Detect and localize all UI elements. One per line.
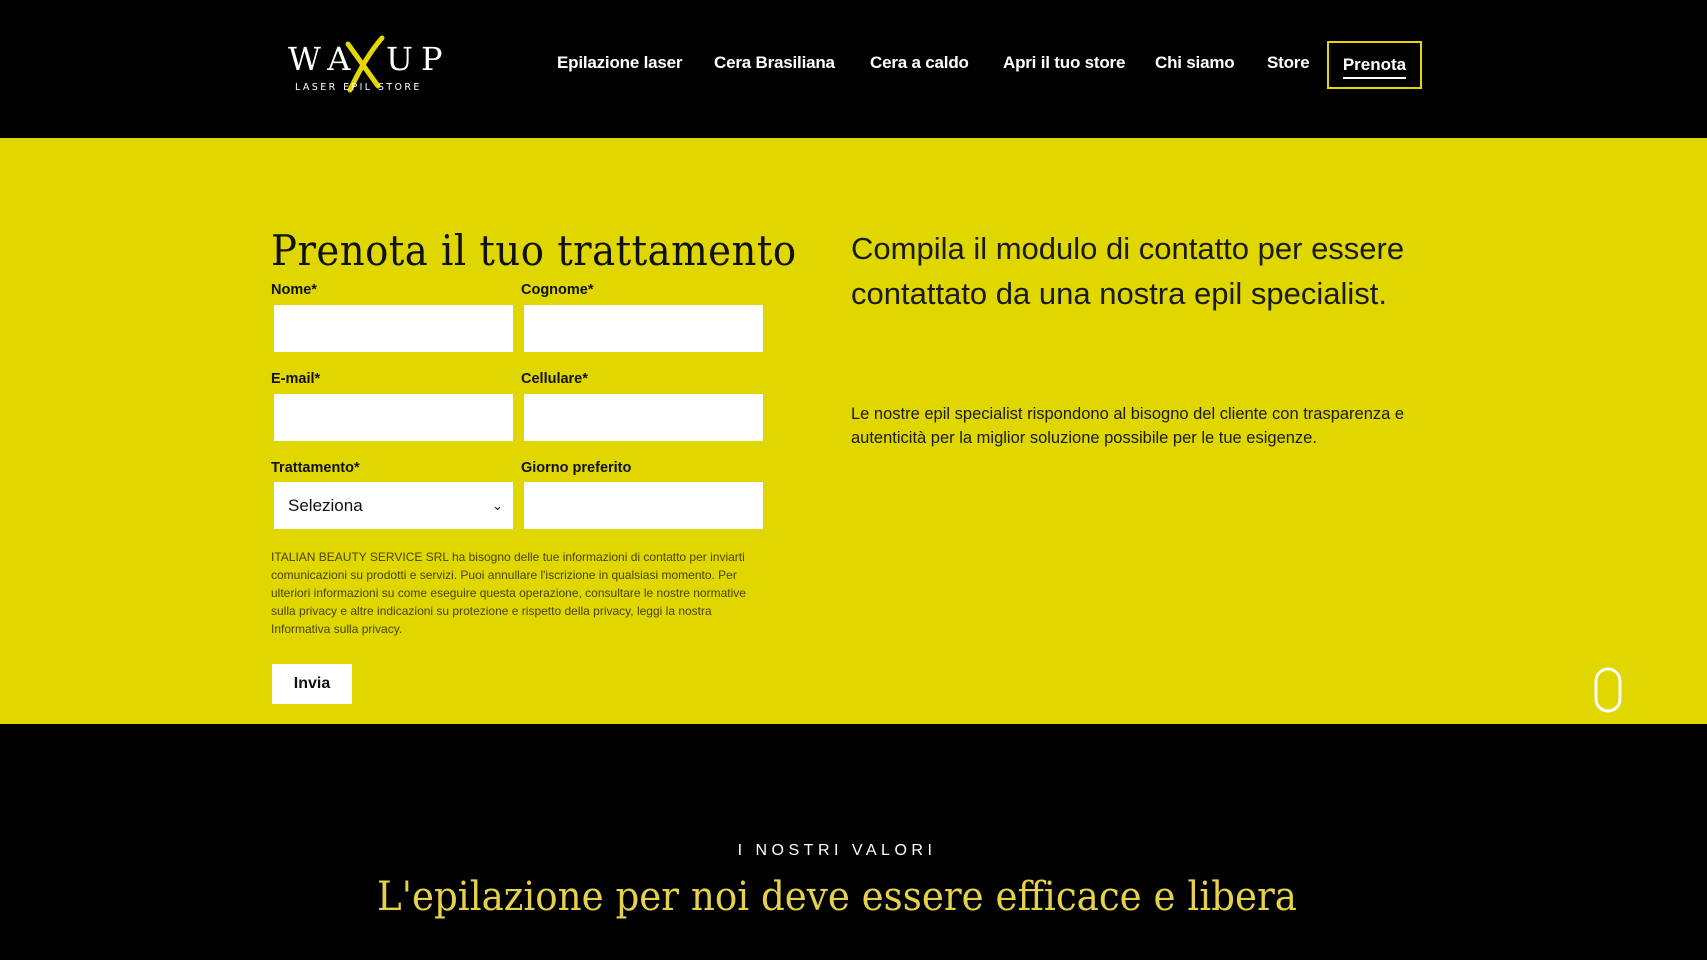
trattamento-selected-value: Seleziona — [288, 495, 363, 515]
values-title: L'epilazione per noi deve essere efficac… — [377, 874, 1297, 920]
giorno-preferito-input[interactable] — [524, 482, 763, 529]
nome-input[interactable] — [274, 305, 513, 352]
invia-submit-button[interactable]: Invia — [272, 664, 352, 704]
giorno-preferito-label: Giorno preferito — [521, 460, 632, 476]
prenota-cta-label: Prenota — [1342, 55, 1407, 79]
nav-chi-siamo[interactable]: Chi siamo — [1155, 53, 1235, 73]
nome-label: Nome* — [271, 282, 317, 298]
booking-form-title: Prenota il tuo trattamento — [271, 226, 797, 275]
cellulare-label: Cellulare* — [521, 371, 588, 387]
trattamento-select[interactable]: Seleziona ⌄ — [274, 482, 513, 529]
privacy-notice: ITALIAN BEAUTY SERVICE SRL ha bisogno de… — [271, 550, 746, 636]
nav-cera-a-caldo[interactable]: Cera a caldo — [870, 53, 969, 73]
chevron-down-icon: ⌄ — [492, 497, 503, 513]
cognome-input[interactable] — [524, 305, 763, 352]
prenota-cta-button[interactable]: Prenota — [1327, 41, 1422, 89]
cellulare-input[interactable] — [524, 394, 763, 441]
trattamento-label: Trattamento* — [271, 460, 360, 476]
values-section: I NOSTRI VALORI L'epilazione per noi dev… — [0, 724, 1707, 960]
email-label: E-mail* — [271, 371, 321, 387]
info-body: Le nostre epil specialist rispondono al … — [851, 405, 1405, 447]
email-input[interactable] — [274, 394, 513, 441]
info-heading: Compila il modulo di contatto per essere… — [851, 231, 1405, 311]
booking-section: Prenota il tuo trattamento Nome* Cognome… — [0, 138, 1707, 724]
values-eyebrow: I NOSTRI VALORI — [737, 842, 937, 859]
nav-cera-brasiliana[interactable]: Cera Brasiliana — [714, 53, 835, 73]
nav-store[interactable]: Store — [1267, 53, 1310, 73]
nav-epilazione-laser[interactable]: Epilazione laser — [557, 53, 682, 73]
site-header: WA UP LASER EPIL STORE Epilazione laser … — [0, 0, 1707, 138]
nav-apri-il-tuo-store[interactable]: Apri il tuo store — [1003, 53, 1125, 73]
mouse-icon — [1594, 667, 1622, 713]
main-navigation: Epilazione laser Cera Brasiliana Cera a … — [0, 41, 1707, 89]
cognome-label: Cognome* — [521, 282, 594, 298]
